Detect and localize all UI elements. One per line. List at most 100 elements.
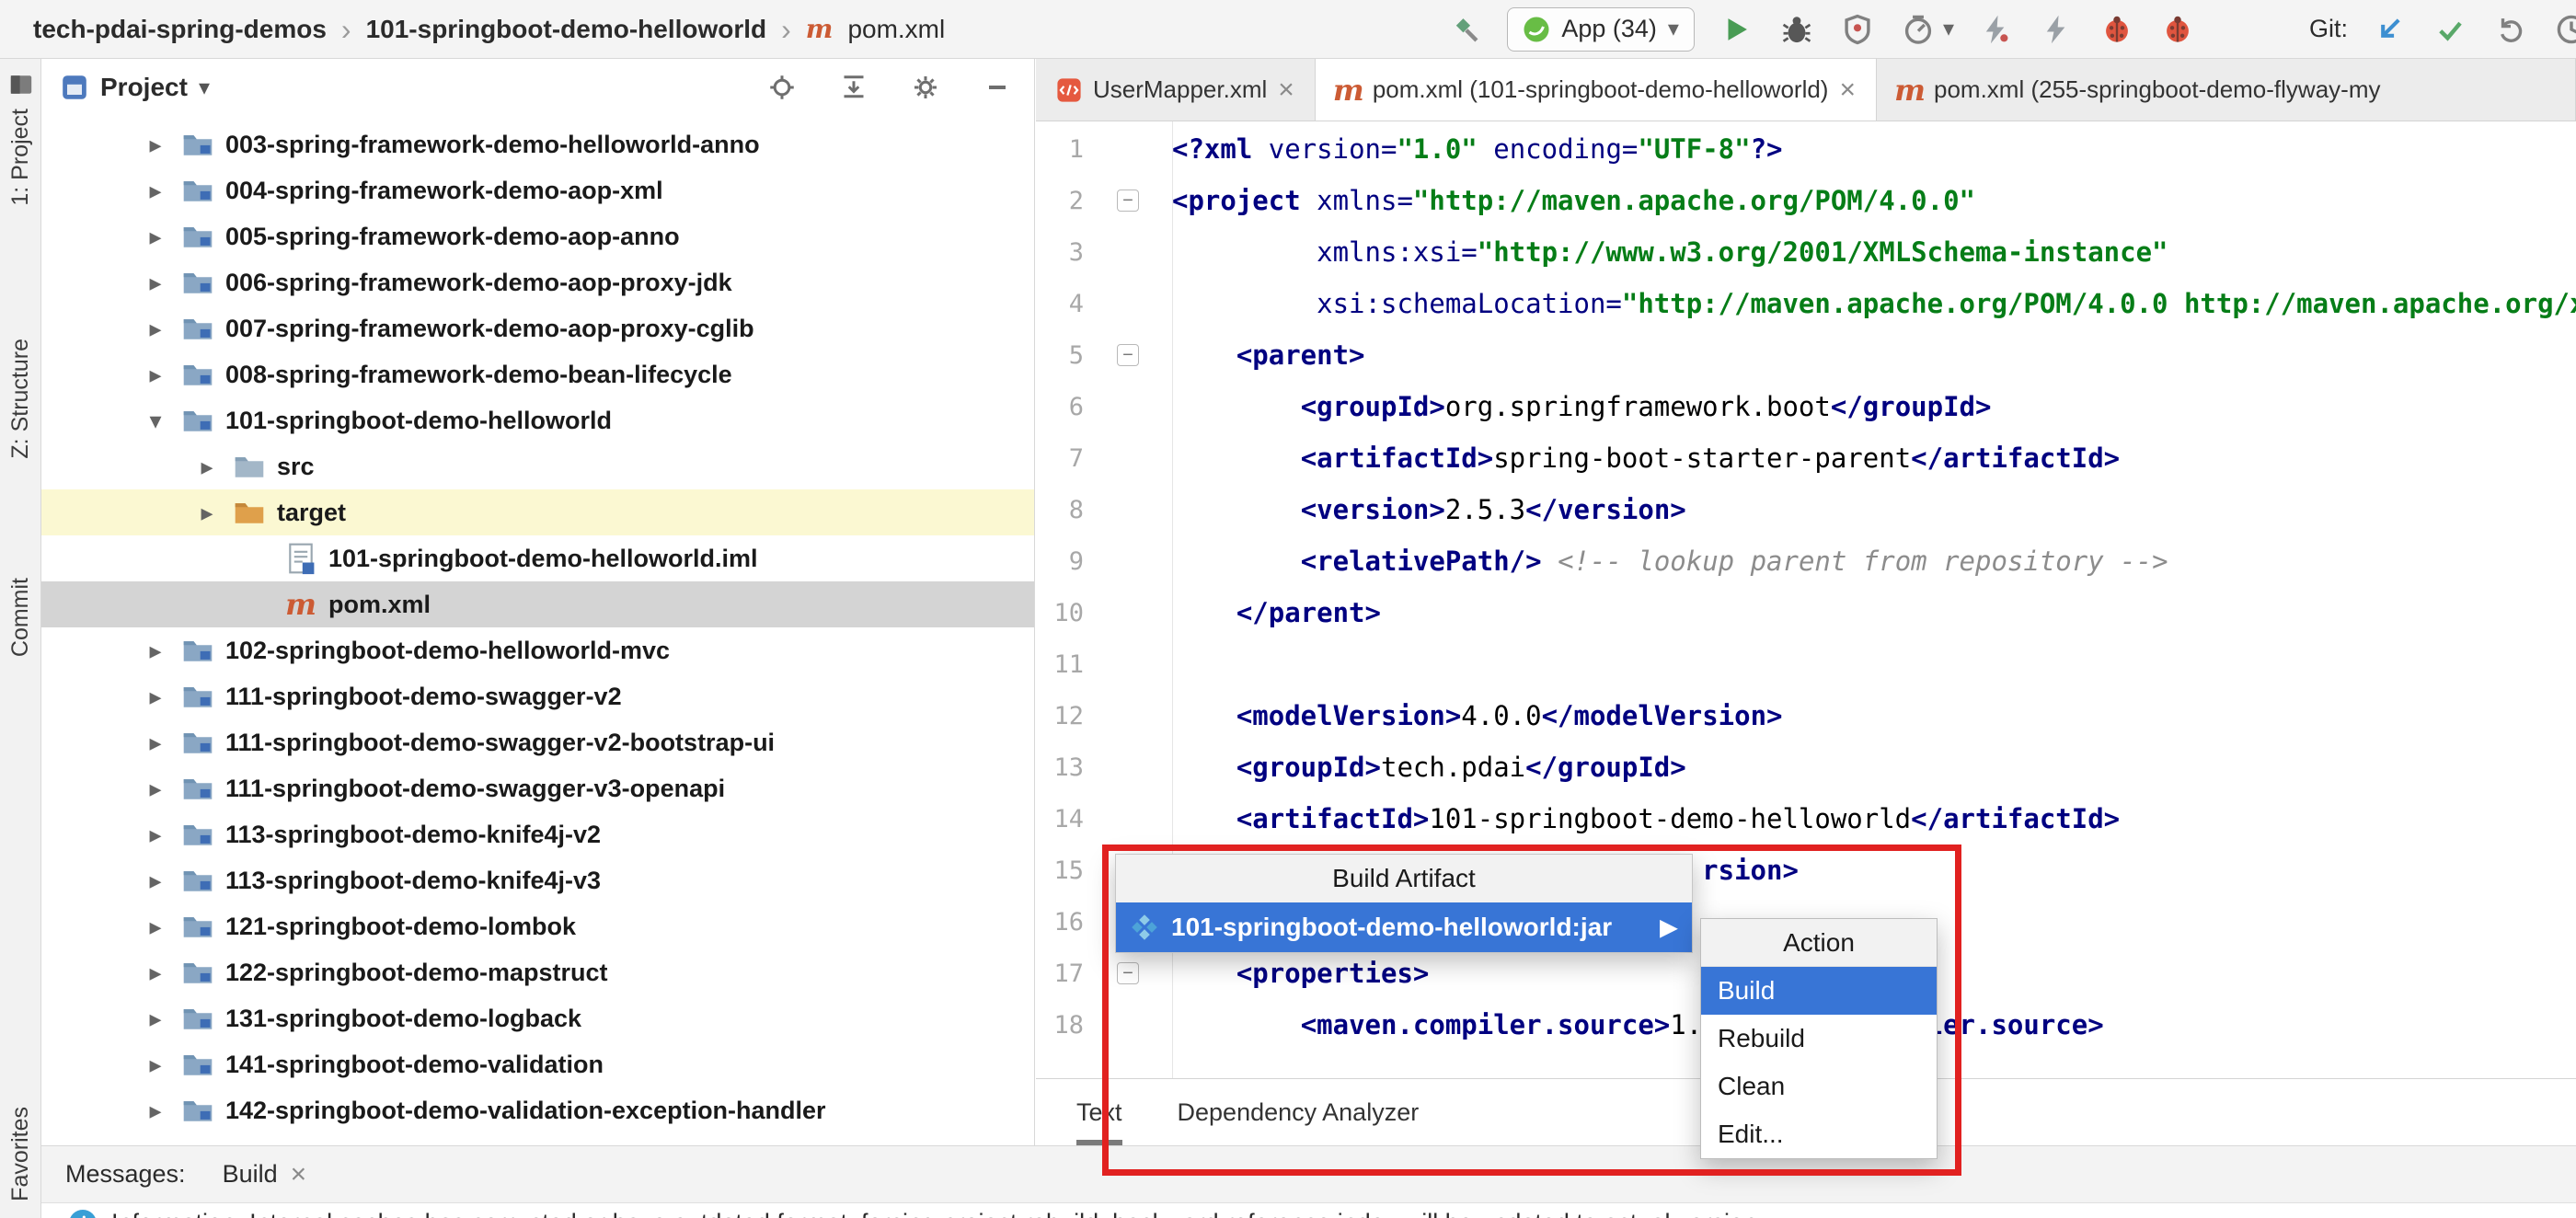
breadcrumb-separator: ›: [341, 15, 351, 44]
tree-item[interactable]: ▸005-spring-framework-demo-aop-anno: [41, 213, 1034, 259]
fold-icon[interactable]: −: [1117, 962, 1139, 984]
tree-collapsed-arrow[interactable]: ▸: [130, 959, 181, 987]
breadcrumb-item[interactable]: 101-springboot-demo-helloworld: [366, 15, 767, 44]
tree-collapsed-arrow[interactable]: ▸: [130, 821, 181, 849]
tree-item[interactable]: ▸src: [41, 443, 1034, 489]
tree-item[interactable]: ▸ 003-spring-framework-demo-helloworld-an…: [41, 121, 1034, 167]
locate-file-icon[interactable]: [764, 69, 800, 106]
git-rollback-button[interactable]: [2491, 10, 2530, 49]
tree-item[interactable]: ▸113-springboot-demo-knife4j-v2: [41, 811, 1034, 857]
code-line: 13 <groupId>tech.pdai</groupId>: [1036, 741, 2576, 793]
history-clock-icon: [2556, 14, 2576, 45]
run-configurations-select[interactable]: App (34) ▾: [1507, 7, 1695, 52]
tree-collapsed-arrow[interactable]: ▸: [130, 223, 181, 251]
editor-tab[interactable]: m pom.xml (255-springboot-demo-flyway-my: [1877, 59, 2576, 121]
fold-icon[interactable]: −: [1117, 190, 1139, 212]
tree-item[interactable]: ▸122-springboot-demo-mapstruct: [41, 949, 1034, 995]
tree-item-label: 101-springboot-demo-helloworld: [225, 407, 612, 435]
fold-icon[interactable]: −: [1117, 344, 1139, 366]
tree-collapsed-arrow[interactable]: ▸: [130, 269, 181, 297]
build-hammer-icon[interactable]: [1446, 10, 1485, 49]
line-number: 18: [1036, 1011, 1084, 1040]
breadcrumb-item[interactable]: pom.xml: [847, 15, 945, 44]
editor-tab[interactable]: m pom.xml (101-springboot-demo-helloworl…: [1316, 59, 1877, 121]
submenu-item[interactable]: Build: [1701, 967, 1937, 1015]
tree-item[interactable]: ▸121-springboot-demo-lombok: [41, 903, 1034, 949]
chevron-down-icon[interactable]: ▾: [1943, 18, 1954, 40]
tree-item[interactable]: 101-springboot-demo-helloworld.iml: [41, 535, 1034, 581]
messages-tab-build[interactable]: Build ×: [223, 1160, 307, 1189]
tree-item[interactable]: ▸111-springboot-demo-swagger-v2: [41, 673, 1034, 719]
tree-collapsed-arrow[interactable]: ▸: [130, 1097, 181, 1125]
tree-item-label: 003-spring-framework-demo-helloworld-ann…: [225, 131, 760, 159]
line-number: 1: [1036, 135, 1084, 164]
hide-panel-icon[interactable]: [979, 69, 1016, 106]
project-panel-title[interactable]: Project: [100, 73, 188, 102]
git-history-button[interactable]: [2552, 10, 2576, 49]
tree-item[interactable]: ▸113-springboot-demo-knife4j-v3: [41, 857, 1034, 903]
tree-collapsed-arrow[interactable]: ▸: [130, 913, 181, 941]
tree-item[interactable]: ▸142-springboot-demo-validation-exceptio…: [41, 1087, 1034, 1133]
run-button[interactable]: [1717, 10, 1755, 49]
tree-item[interactable]: mpom.xml: [41, 581, 1034, 627]
line-number: 7: [1036, 444, 1084, 473]
collapse-all-icon[interactable]: [835, 69, 872, 106]
tree-collapsed-arrow[interactable]: ▸: [130, 361, 181, 389]
tree-collapsed-arrow[interactable]: ▸: [130, 1051, 181, 1079]
stripe-commit-button[interactable]: Commit: [0, 574, 41, 661]
code-line: 14 <artifactId>101-springboot-demo-hello…: [1036, 793, 2576, 845]
artifact-item[interactable]: 101-springboot-demo-helloworld:jar ▶: [1116, 902, 1692, 952]
lightning-icon[interactable]: [2037, 10, 2076, 49]
coverage-button[interactable]: [1838, 10, 1877, 49]
tree-item[interactable]: ▸102-springboot-demo-helloworld-mvc: [41, 627, 1034, 673]
tree-collapsed-arrow[interactable]: ▸: [130, 683, 181, 711]
stripe-structure-button[interactable]: Z: Structure: [0, 335, 41, 463]
line-number: 5: [1036, 341, 1084, 370]
close-icon[interactable]: ×: [291, 1161, 307, 1189]
tree-collapsed-arrow[interactable]: ▸: [130, 867, 181, 895]
editor-tab[interactable]: UserMapper.xml ×: [1036, 59, 1316, 121]
submenu-item[interactable]: Clean: [1701, 1063, 1937, 1110]
breadcrumb-item[interactable]: tech-pdai-spring-demos: [33, 15, 327, 44]
tree-item[interactable]: ▸006-spring-framework-demo-aop-proxy-jdk: [41, 259, 1034, 305]
stripe-project-button[interactable]: 1: Project: [0, 68, 41, 210]
tree-item[interactable]: ▸004-spring-framework-demo-aop-xml: [41, 167, 1034, 213]
tree-item[interactable]: ▸ 008-spring-framework-demo-bean-lifecycl…: [41, 351, 1034, 397]
tree-collapsed-arrow[interactable]: ▸: [130, 775, 181, 803]
tree-item[interactable]: ▸target: [41, 489, 1034, 535]
stripe-favorites-button[interactable]: Favorites: [0, 1103, 41, 1205]
chevron-down-icon[interactable]: ▾: [199, 75, 210, 101]
submenu-item[interactable]: Edit...: [1701, 1110, 1937, 1158]
tree-item[interactable]: ▸131-springboot-demo-logback: [41, 995, 1034, 1041]
lightning-icon[interactable]: [1976, 10, 2015, 49]
tree-collapsed-arrow[interactable]: ▸: [181, 453, 233, 481]
tree-item[interactable]: ▸111-springboot-demo-swagger-v2-bootstra…: [41, 719, 1034, 765]
tree-collapsed-arrow[interactable]: ▸: [130, 177, 181, 205]
debug-button[interactable]: [1777, 10, 1816, 49]
submenu-item[interactable]: Rebuild: [1701, 1015, 1937, 1063]
git-update-button[interactable]: [2370, 10, 2409, 49]
tree-collapsed-arrow[interactable]: ▸: [130, 637, 181, 665]
git-commit-button[interactable]: [2431, 10, 2469, 49]
tree-collapsed-arrow[interactable]: ▸: [181, 499, 233, 527]
ladybug-icon[interactable]: [2158, 10, 2197, 49]
tree-collapsed-arrow[interactable]: ▸: [130, 131, 181, 159]
close-icon[interactable]: ×: [1839, 76, 1856, 104]
tree-item-label: 008-spring-framework-demo-bean-lifecycle: [225, 361, 732, 389]
tree-item[interactable]: ▸007-spring-framework-demo-aop-proxy-cgl…: [41, 305, 1034, 351]
tab-text[interactable]: Text: [1076, 1079, 1122, 1145]
tree-item[interactable]: ▸111-springboot-demo-swagger-v3-openapi: [41, 765, 1034, 811]
debug-bug-icon: [1781, 14, 1812, 45]
gear-icon[interactable]: [907, 69, 944, 106]
line-number: 16: [1036, 908, 1084, 936]
tree-item[interactable]: ▸141-springboot-demo-validation: [41, 1041, 1034, 1087]
tree-item[interactable]: ▾ 101-springboot-demo-helloworld: [41, 397, 1034, 443]
tree-expanded-arrow[interactable]: ▾: [130, 407, 181, 435]
ladybug-icon[interactable]: [2098, 10, 2136, 49]
close-icon[interactable]: ×: [1278, 76, 1294, 104]
profiler-button[interactable]: [1899, 10, 1938, 49]
tab-dependency-analyzer[interactable]: Dependency Analyzer: [1178, 1079, 1420, 1145]
tree-collapsed-arrow[interactable]: ▸: [130, 1005, 181, 1033]
tree-collapsed-arrow[interactable]: ▸: [130, 315, 181, 343]
tree-collapsed-arrow[interactable]: ▸: [130, 729, 181, 757]
